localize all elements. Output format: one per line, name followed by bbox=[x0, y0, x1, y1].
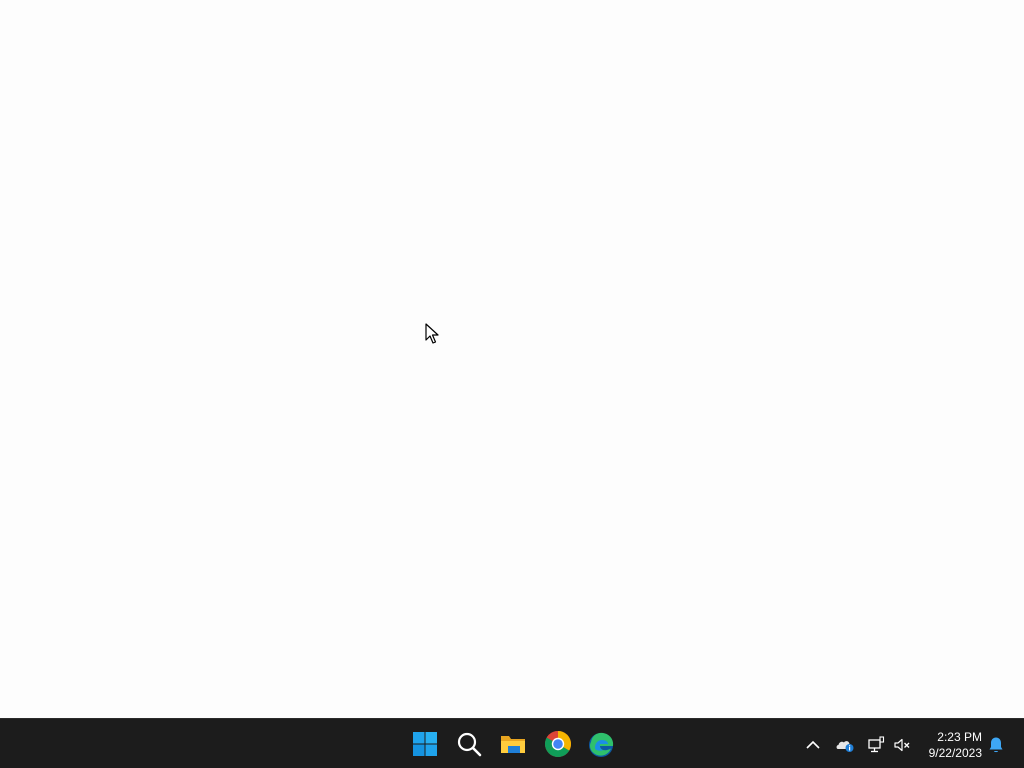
file-explorer-button[interactable] bbox=[497, 728, 529, 760]
folder-icon bbox=[501, 736, 525, 753]
notification-center-button[interactable] bbox=[986, 735, 1006, 755]
mouse-cursor-icon bbox=[425, 323, 439, 344]
network-button[interactable] bbox=[866, 735, 886, 755]
volume-button[interactable] bbox=[892, 735, 912, 755]
clock[interactable]: 2:23 PM 9/22/2023 bbox=[918, 729, 982, 763]
show-hidden-icons-button[interactable] bbox=[803, 735, 823, 755]
chrome-icon bbox=[544, 731, 572, 758]
taskbar: 2:23 PM 9/22/2023 bbox=[0, 718, 1024, 768]
windows-logo-icon bbox=[413, 732, 437, 756]
bell-icon bbox=[989, 737, 1003, 753]
chevron-up-icon bbox=[806, 740, 820, 749]
clock-time: 2:23 PM bbox=[937, 730, 982, 744]
desktop-background[interactable] bbox=[0, 0, 1024, 718]
edge-button[interactable] bbox=[585, 728, 617, 760]
onedrive-status-button[interactable] bbox=[835, 735, 855, 755]
search-button[interactable] bbox=[453, 728, 485, 760]
chrome-button[interactable] bbox=[542, 728, 574, 760]
network-icon bbox=[868, 736, 885, 753]
edge-icon bbox=[589, 732, 614, 757]
onedrive-icon bbox=[836, 741, 854, 752]
clock-date: 9/22/2023 bbox=[928, 746, 982, 760]
volume-muted-icon bbox=[894, 738, 910, 752]
start-button[interactable] bbox=[409, 728, 441, 760]
search-icon bbox=[457, 732, 482, 757]
